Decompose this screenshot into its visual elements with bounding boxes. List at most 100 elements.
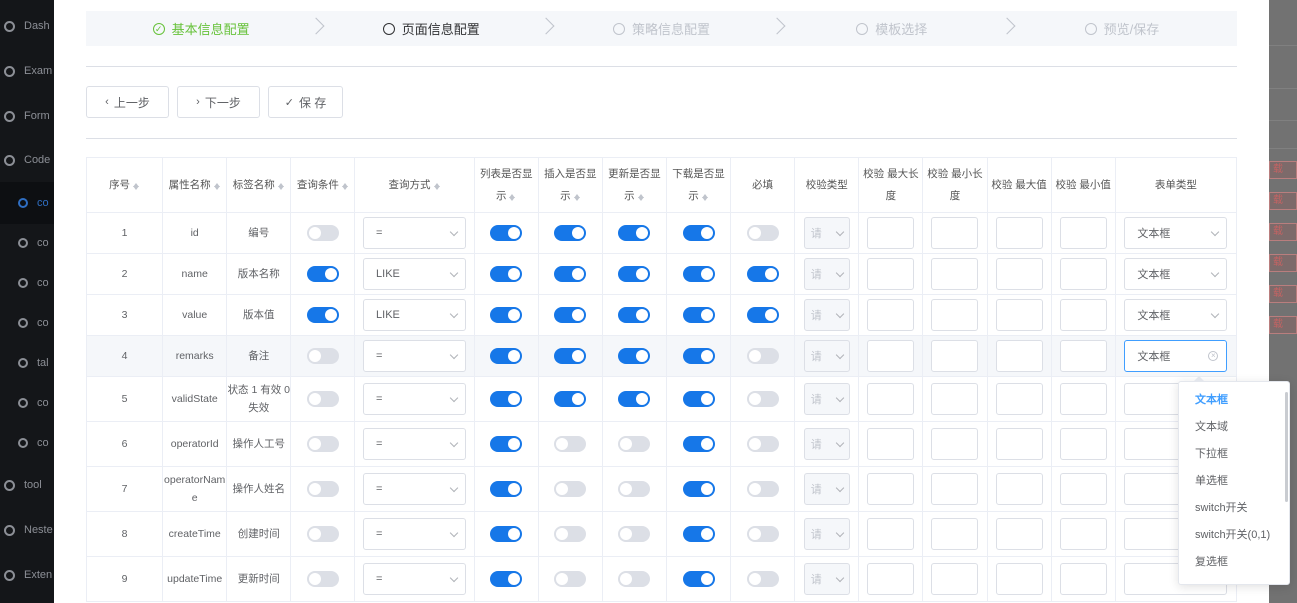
dropdown-option[interactable]: 文本框 (1179, 387, 1289, 414)
required-switch[interactable] (746, 348, 779, 364)
form-type-select[interactable]: 文本框 (1124, 299, 1228, 331)
max-value-input[interactable] (995, 217, 1043, 249)
max-value-input[interactable] (995, 563, 1043, 595)
min-value-input[interactable] (1059, 518, 1107, 550)
max-value-input[interactable] (995, 428, 1043, 460)
query-method-select[interactable]: = (363, 217, 467, 249)
sort-icon[interactable] (433, 180, 441, 191)
list-show-switch[interactable] (490, 526, 523, 542)
sort-icon[interactable] (341, 180, 349, 191)
form-type-select[interactable]: 文本框 (1124, 217, 1228, 249)
query-method-select[interactable]: = (363, 428, 467, 460)
min-length-input[interactable] (931, 340, 979, 372)
max-value-input[interactable] (995, 473, 1043, 505)
list-show-switch[interactable] (490, 307, 523, 323)
required-switch[interactable] (746, 436, 779, 452)
list-show-switch[interactable] (490, 348, 523, 364)
max-length-input[interactable] (867, 299, 915, 331)
sidebar-item[interactable]: co (0, 233, 54, 253)
min-value-input[interactable] (1059, 217, 1107, 249)
dropdown-option[interactable]: switch开关 (1179, 495, 1289, 522)
max-length-input[interactable] (867, 217, 915, 249)
min-value-input[interactable] (1059, 428, 1107, 460)
min-value-input[interactable] (1059, 299, 1107, 331)
query-method-select[interactable]: LIKE (363, 258, 467, 290)
query-condition-switch[interactable] (306, 348, 339, 364)
sidebar-item[interactable]: Exten (0, 565, 54, 585)
validate-type-select[interactable]: 请 (803, 518, 850, 550)
min-value-input[interactable] (1059, 340, 1107, 372)
sidebar-item[interactable]: tool (0, 475, 54, 495)
insert-show-switch[interactable] (554, 571, 587, 587)
query-condition-switch[interactable] (306, 225, 339, 241)
clear-icon[interactable]: × (1208, 351, 1219, 361)
update-show-switch[interactable] (618, 526, 651, 542)
min-length-input[interactable] (931, 518, 979, 550)
sidebar-item[interactable]: co (0, 433, 54, 453)
save-button[interactable]: ✓ 保 存 (268, 86, 343, 118)
min-length-input[interactable] (931, 217, 979, 249)
required-switch[interactable] (746, 526, 779, 542)
list-show-switch[interactable] (490, 391, 523, 407)
update-show-switch[interactable] (618, 391, 651, 407)
validate-type-select[interactable]: 请 (803, 473, 850, 505)
max-value-input[interactable] (995, 518, 1043, 550)
list-show-switch[interactable] (490, 266, 523, 282)
required-switch[interactable] (746, 571, 779, 587)
required-switch[interactable] (746, 481, 779, 497)
sidebar-item[interactable]: Form (0, 106, 54, 126)
max-length-input[interactable] (867, 383, 915, 415)
min-length-input[interactable] (931, 428, 979, 460)
download-show-switch[interactable] (682, 571, 715, 587)
insert-show-switch[interactable] (554, 266, 587, 282)
download-show-switch[interactable] (682, 225, 715, 241)
sort-icon[interactable] (133, 180, 140, 191)
list-show-switch[interactable] (490, 436, 523, 452)
dropdown-option[interactable]: switch开关(0,1) (1179, 522, 1289, 549)
max-value-input[interactable] (995, 340, 1043, 372)
validate-type-select[interactable]: 请 (803, 383, 850, 415)
min-length-input[interactable] (931, 258, 979, 290)
download-show-switch[interactable] (682, 307, 715, 323)
insert-show-switch[interactable] (554, 436, 587, 452)
insert-show-switch[interactable] (554, 348, 587, 364)
update-show-switch[interactable] (618, 348, 651, 364)
sidebar-item[interactable]: co (0, 193, 54, 213)
validate-type-select[interactable]: 请 (803, 299, 850, 331)
insert-show-switch[interactable] (554, 391, 587, 407)
dropdown-option[interactable]: 下拉框 (1179, 441, 1289, 468)
update-show-switch[interactable] (618, 225, 651, 241)
download-show-switch[interactable] (682, 481, 715, 497)
max-length-input[interactable] (867, 258, 915, 290)
max-length-input[interactable] (867, 518, 915, 550)
insert-show-switch[interactable] (554, 481, 587, 497)
query-condition-switch[interactable] (306, 436, 339, 452)
sidebar-item[interactable]: Dash (0, 16, 54, 36)
sidebar-item[interactable]: co (0, 273, 54, 293)
sort-icon[interactable] (509, 191, 516, 202)
sort-icon[interactable] (637, 191, 645, 202)
min-value-input[interactable] (1059, 473, 1107, 505)
min-length-input[interactable] (931, 299, 979, 331)
query-condition-switch[interactable] (306, 266, 339, 282)
sidebar-item[interactable]: co (0, 393, 54, 413)
max-length-input[interactable] (867, 428, 915, 460)
max-length-input[interactable] (867, 473, 915, 505)
max-value-input[interactable] (995, 299, 1043, 331)
sidebar-item[interactable]: Exam (0, 61, 54, 81)
dropdown-scrollbar[interactable] (1285, 392, 1288, 502)
validate-type-select[interactable]: 请 (803, 258, 850, 290)
sidebar-item[interactable]: Code (0, 150, 54, 170)
insert-show-switch[interactable] (554, 307, 587, 323)
min-length-input[interactable] (931, 473, 979, 505)
max-value-input[interactable] (995, 258, 1043, 290)
update-show-switch[interactable] (618, 436, 651, 452)
required-switch[interactable] (746, 266, 779, 282)
query-condition-switch[interactable] (306, 307, 339, 323)
query-method-select[interactable]: = (363, 340, 467, 372)
sort-icon[interactable] (573, 191, 581, 202)
query-method-select[interactable]: = (363, 563, 467, 595)
list-show-switch[interactable] (490, 481, 523, 497)
sort-icon[interactable] (213, 180, 221, 191)
validate-type-select[interactable]: 请 (803, 563, 850, 595)
